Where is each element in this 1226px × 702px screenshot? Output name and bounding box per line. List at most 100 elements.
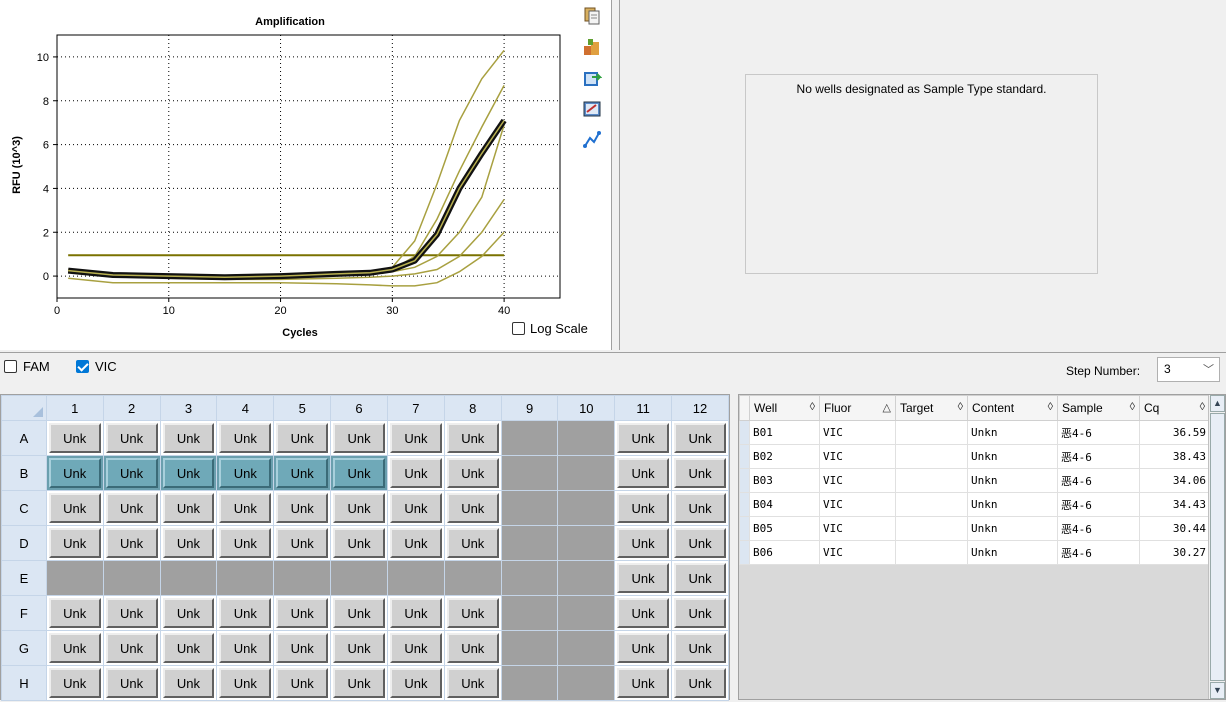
well-button[interactable]: Unk [674, 423, 726, 453]
well-button[interactable]: Unk [389, 668, 442, 698]
results-row[interactable]: B02 VIC Unkn 恶4-6 38.43 [739, 444, 1210, 469]
well-button[interactable]: Unk [446, 493, 499, 523]
well-button[interactable]: Unk [219, 668, 272, 698]
log-scale-checkbox[interactable] [512, 322, 525, 335]
plate-well[interactable]: Unk [386, 630, 445, 666]
save-image-icon[interactable] [582, 68, 602, 88]
well-button[interactable]: Unk [617, 528, 670, 558]
plate-well[interactable]: Unk [159, 490, 218, 526]
plate-well[interactable]: Unk [386, 665, 445, 701]
plate-well[interactable]: Unk [330, 595, 388, 631]
plate-well[interactable]: Unk [671, 560, 729, 596]
well-button[interactable]: Unk [389, 528, 442, 558]
well-button[interactable]: Unk [48, 668, 101, 698]
plate-well[interactable]: Unk [216, 420, 275, 456]
well-button[interactable]: Unk [446, 458, 499, 488]
plate-well[interactable]: Unk [273, 455, 332, 491]
well-button[interactable]: Unk [105, 633, 158, 663]
sort-icon[interactable]: △ [883, 401, 891, 414]
plate-well[interactable]: Unk [159, 455, 218, 491]
well-button[interactable]: Unk [389, 493, 442, 523]
plate-well[interactable]: Unk [273, 490, 332, 526]
plate-well[interactable]: Unk [443, 525, 502, 561]
well-button[interactable]: Unk [48, 598, 101, 628]
plate-well[interactable]: Unk [159, 665, 218, 701]
row-selector[interactable] [739, 420, 750, 445]
results-select-all[interactable] [739, 395, 750, 421]
plate-well[interactable]: Unk [614, 595, 673, 631]
plate-well[interactable]: Unk [443, 595, 502, 631]
well-button[interactable]: Unk [48, 493, 101, 523]
fam-checkbox[interactable] [4, 360, 17, 373]
plate-well[interactable]: Unk [102, 595, 161, 631]
plate-well[interactable]: Unk [671, 455, 729, 491]
plate-well[interactable]: Unk [159, 595, 218, 631]
results-column-header[interactable]: Target ◊ [895, 395, 968, 421]
sort-icon[interactable]: ◊ [958, 401, 963, 413]
well-button[interactable]: Unk [105, 528, 158, 558]
plate-well[interactable]: Unk [386, 595, 445, 631]
well-button[interactable]: Unk [48, 633, 101, 663]
plate-column-header[interactable]: 8 [443, 395, 502, 421]
well-button[interactable]: Unk [674, 493, 726, 523]
well-button[interactable]: Unk [617, 668, 670, 698]
plate-well[interactable]: Unk [671, 420, 729, 456]
plate-well[interactable]: Unk [45, 420, 104, 456]
results-scrollbar[interactable]: ▲ ▼ [1208, 395, 1225, 699]
plate-well[interactable]: Unk [216, 595, 275, 631]
plate-column-header[interactable]: 1 [45, 395, 104, 421]
plate-well[interactable]: Unk [273, 665, 332, 701]
scroll-down-icon[interactable]: ▼ [1210, 682, 1225, 699]
well-button[interactable]: Unk [617, 458, 670, 488]
well-button[interactable]: Unk [276, 423, 329, 453]
plate-row-header[interactable]: B [1, 455, 47, 491]
well-button[interactable]: Unk [674, 528, 726, 558]
plate-column-header[interactable]: 2 [102, 395, 161, 421]
plate-well[interactable]: Unk [614, 525, 673, 561]
plate-well[interactable]: Unk [273, 420, 332, 456]
well-button[interactable]: Unk [162, 528, 215, 558]
plate-well[interactable]: Unk [443, 455, 502, 491]
well-button[interactable]: Unk [446, 528, 499, 558]
well-button[interactable]: Unk [276, 528, 329, 558]
well-button[interactable]: Unk [219, 598, 272, 628]
plate-well[interactable]: Unk [102, 665, 161, 701]
plate-well[interactable]: Unk [102, 630, 161, 666]
well-button[interactable]: Unk [276, 493, 329, 523]
well-button[interactable]: Unk [389, 458, 442, 488]
well-button[interactable]: Unk [674, 563, 726, 593]
plate-column-header[interactable]: 3 [159, 395, 218, 421]
row-selector[interactable] [739, 516, 750, 541]
plate-well[interactable]: Unk [102, 490, 161, 526]
well-button[interactable]: Unk [617, 493, 670, 523]
well-button[interactable]: Unk [674, 668, 726, 698]
plate-well[interactable]: Unk [216, 665, 275, 701]
well-button[interactable]: Unk [389, 633, 442, 663]
plate-row-header[interactable]: D [1, 525, 47, 561]
plate-well[interactable]: Unk [443, 490, 502, 526]
well-button[interactable]: Unk [219, 493, 272, 523]
well-button[interactable]: Unk [162, 633, 215, 663]
plate-column-header[interactable]: 10 [557, 395, 616, 421]
well-button[interactable]: Unk [105, 598, 158, 628]
results-row[interactable]: B01 VIC Unkn 恶4-6 36.59 [739, 420, 1210, 445]
plate-well[interactable]: Unk [216, 525, 275, 561]
well-button[interactable]: Unk [276, 668, 329, 698]
well-button[interactable]: Unk [333, 528, 385, 558]
well-button[interactable]: Unk [48, 423, 101, 453]
well-button[interactable]: Unk [617, 423, 670, 453]
plate-row-header[interactable]: H [1, 665, 47, 701]
well-button[interactable]: Unk [617, 633, 670, 663]
plate-well[interactable]: Unk [386, 420, 445, 456]
sort-icon[interactable]: ◊ [810, 401, 815, 413]
plate-row-header[interactable]: A [1, 420, 47, 456]
plate-well[interactable]: Unk [614, 455, 673, 491]
plate-row-header[interactable]: E [1, 560, 47, 596]
plate-well[interactable]: Unk [671, 630, 729, 666]
well-button[interactable]: Unk [333, 633, 385, 663]
well-button[interactable]: Unk [333, 493, 385, 523]
scroll-up-icon[interactable]: ▲ [1210, 395, 1225, 412]
row-selector[interactable] [739, 492, 750, 517]
plate-well[interactable]: Unk [614, 665, 673, 701]
well-button[interactable]: Unk [617, 598, 670, 628]
